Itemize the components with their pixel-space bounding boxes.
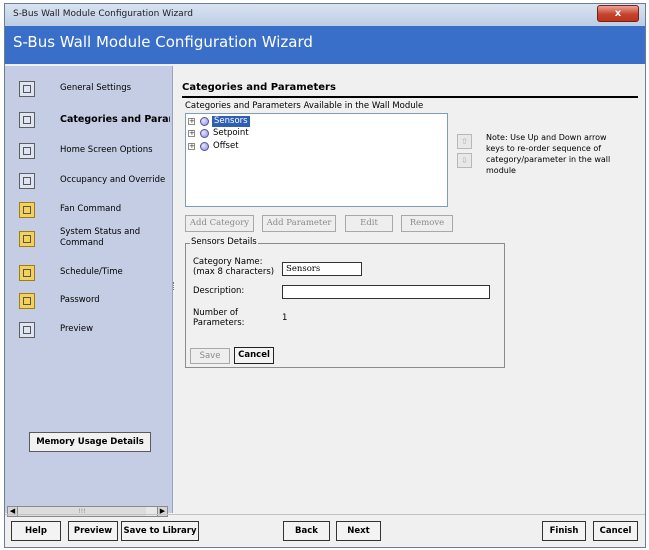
nav-item-password[interactable]: Password [5,291,172,321]
schedule-icon [19,265,35,281]
cancel-button[interactable]: Cancel [593,521,638,541]
move-up-button[interactable]: ⇧ [457,134,472,149]
category-icon [200,117,209,126]
preview-button[interactable]: Preview [68,521,118,541]
description-label: Description: [193,286,245,296]
description-input[interactable] [282,285,490,299]
back-button[interactable]: Back [283,521,330,541]
panel-splitter-grip[interactable] [173,282,176,290]
occupancy-icon [19,173,35,189]
banner-title: S-Bus Wall Module Configuration Wizard [13,33,313,51]
nav-item-preview[interactable]: Preview [5,320,172,350]
page-title: Categories and Parameters [182,82,336,93]
category-name-label: Category Name: [193,257,263,267]
memory-usage-details-button[interactable]: Memory Usage Details [29,432,151,452]
category-name-hint: (max 8 characters) [193,267,275,277]
category-icon [200,129,209,138]
nav-item-fan-command[interactable]: Fan Command [5,200,172,230]
nav-item-home-screen-options[interactable]: Home Screen Options [5,141,172,171]
finish-button[interactable]: Finish [542,521,586,541]
nav-label: Fan Command [60,204,122,214]
nav-label: Home Screen Options [60,145,153,155]
wizard-banner: S-Bus Wall Module Configuration Wizard [5,26,645,64]
tree-item-label: Offset [213,141,239,151]
add-parameter-button[interactable]: Add Parameter [262,215,336,232]
nav-item-system-status-and-command[interactable]: System Status and Command [5,227,172,257]
help-button[interactable]: Help [11,521,61,541]
categories-icon [19,112,35,128]
tree-item-label: Setpoint [213,128,249,138]
nav-item-categories-and-parameters[interactable]: Categories and Parameters [5,110,172,140]
nav-label: Schedule/Time [60,267,123,277]
category-name-input[interactable]: Sensors [282,262,362,276]
close-button[interactable]: x [597,5,639,22]
available-list-label: Categories and Parameters Available in t… [185,101,424,111]
fan-icon [19,202,35,218]
nav-label: Categories and Parameters [60,114,170,125]
expand-icon[interactable]: + [188,143,195,150]
expand-icon[interactable]: + [188,118,195,125]
move-down-button[interactable]: ⇩ [457,153,472,168]
details-legend: Sensors Details [190,237,258,247]
number-of-parameters-value: 1 [282,313,288,323]
save-button[interactable]: Save [190,348,230,364]
window-title: S-Bus Wall Module Configuration Wizard [13,9,193,19]
nav-label: Password [60,295,100,305]
number-of-parameters-label: Number of Parameters: [193,308,245,328]
save-to-library-button[interactable]: Save to Library [121,521,199,541]
settings-icon [19,81,35,97]
nav-item-occupancy-and-override[interactable]: Occupancy and Override [5,171,172,201]
nav-item-general-settings[interactable]: General Settings [5,79,172,109]
wizard-window: S-Bus Wall Module Configuration Wizard x… [4,3,646,548]
nav-label: Occupancy and Override [60,175,166,185]
wizard-steps-panel: General Settings Categories and Paramete… [5,66,173,517]
reorder-note: Note: Use Up and Down arrow keys to re-o… [486,133,611,175]
details-cancel-button[interactable]: Cancel [234,347,274,364]
add-category-button[interactable]: Add Category [185,215,254,232]
tree-item-label: Sensors [212,116,250,127]
system-status-icon [19,231,35,247]
preview-icon [19,322,35,338]
nav-label: System Status and Command [60,227,141,248]
category-icon [200,142,209,151]
nav-item-schedule-time[interactable]: Schedule/Time [5,263,172,293]
title-divider [182,96,638,98]
remove-button[interactable]: Remove [401,215,453,232]
nav-label: General Settings [60,83,132,93]
wizard-footer: Help Preview Save to Library Back Next F… [5,514,645,548]
nav-label: Preview [60,324,94,334]
next-button[interactable]: Next [336,521,381,541]
title-bar: S-Bus Wall Module Configuration Wizard x [5,4,645,27]
home-screen-icon [19,143,35,159]
password-icon [19,293,35,309]
sensors-details-group: Sensors Details Category Name: (max 8 ch… [185,237,505,368]
expand-icon[interactable]: + [188,130,195,137]
edit-button[interactable]: Edit [345,215,393,232]
categories-tree[interactable]: + Sensors + Setpoint + Offset [185,113,448,207]
